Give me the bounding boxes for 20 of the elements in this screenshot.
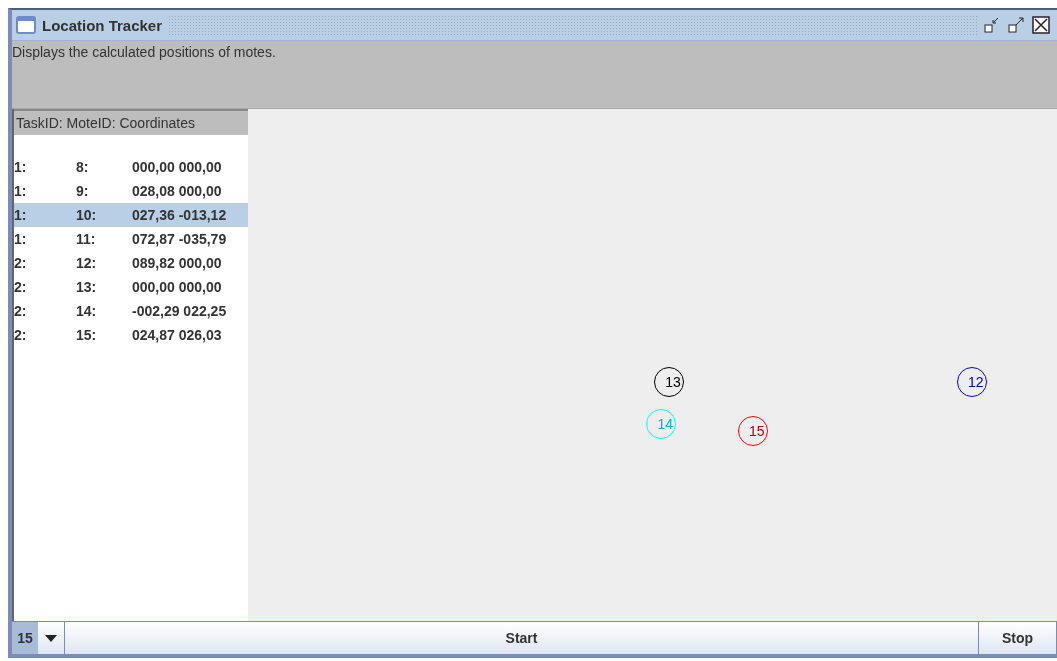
- list-row[interactable]: 1: 9: 028,08 000,00: [14, 179, 248, 203]
- mote-combo-box[interactable]: 15: [12, 622, 65, 654]
- list-row[interactable]: 1: 10: 027,36 -013,12: [14, 203, 248, 227]
- start-button[interactable]: Start: [65, 622, 979, 654]
- window-icon: [16, 16, 36, 34]
- stop-button[interactable]: Stop: [979, 622, 1057, 654]
- list-row[interactable]: 1: 11: 072,87 -035,79: [14, 227, 248, 251]
- window-title: Location Tracker: [42, 16, 163, 34]
- caret-icon: [45, 634, 57, 642]
- list-row[interactable]: 2: 14: -002,29 022,25: [14, 299, 248, 323]
- maximize-icon[interactable]: [1007, 16, 1025, 34]
- description-text: Displays the calculated positions of motes.: [12, 44, 276, 60]
- list-row[interactable]: 2: 13: 000,00 000,00: [14, 275, 248, 299]
- list-row[interactable]: 1: 8: 000,00 000,00: [14, 155, 248, 179]
- list-row[interactable]: 2: 12: 089,82 000,00: [14, 251, 248, 275]
- list-row[interactable]: 2: 15: 024,87 026,03: [14, 323, 248, 347]
- minimize-icon[interactable]: [983, 16, 1001, 34]
- close-icon[interactable]: [1031, 15, 1051, 35]
- list-header: TaskID: MoteID: Coordinates: [14, 109, 248, 135]
- dropdown-button[interactable]: [38, 622, 64, 654]
